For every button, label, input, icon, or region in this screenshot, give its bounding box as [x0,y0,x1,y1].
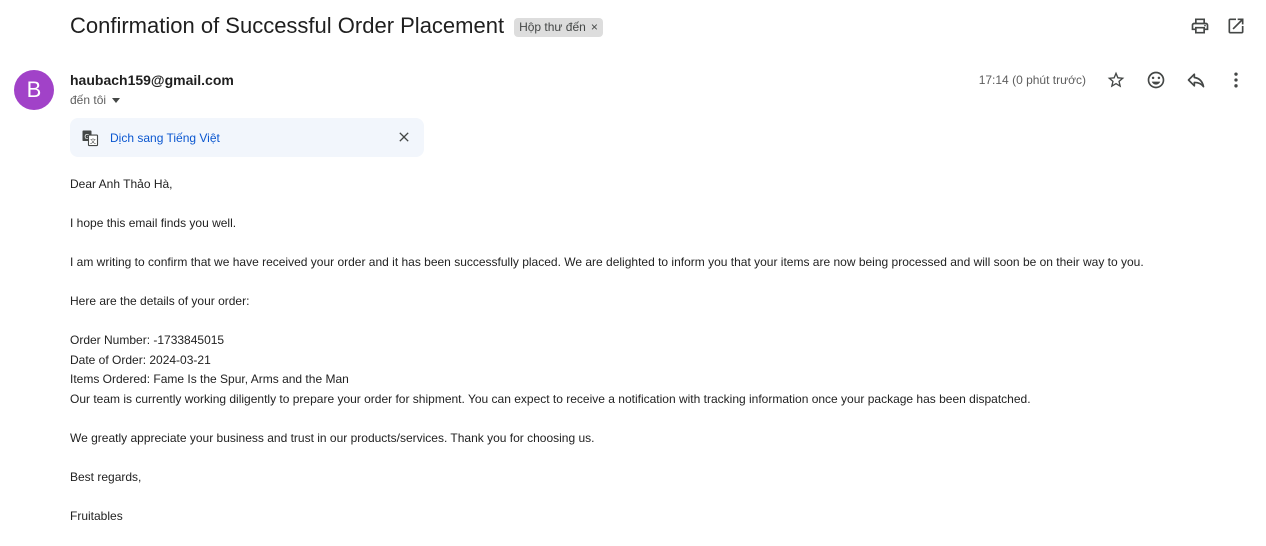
email-subject: Confirmation of Successful Order Placeme… [70,13,505,38]
body-signature: Fruitables [70,508,123,523]
body-paragraph-1: I hope this email finds you well. [70,216,237,230]
order-date: Date of Order: 2024-03-21 [70,352,211,367]
translate-bar: G 文 Dịch sang Tiếng Việt [70,118,424,157]
svg-text:文: 文 [90,137,96,145]
remove-label-button[interactable]: × [591,20,598,34]
translate-icon: G 文 [82,130,99,147]
open-in-new-window-icon[interactable] [1226,16,1246,36]
star-icon[interactable] [1106,70,1126,90]
sender-email[interactable]: haubach159@gmail.com [70,72,234,88]
print-icon[interactable] [1190,16,1210,36]
message-actions [1106,70,1246,90]
inbox-label-text: Hộp thư đến [519,19,586,34]
more-vertical-icon[interactable] [1226,70,1246,90]
caret-down-icon [112,97,121,103]
items-ordered: Items Ordered: Fame Is the Spur, Arms an… [70,372,349,386]
subject-row: Confirmation of Successful Order Placeme… [70,13,603,39]
message-timestamp: 17:14 (0 phút trước) [978,73,1086,87]
thread-actions [1190,16,1246,36]
reply-icon[interactable] [1186,70,1206,90]
recipient-details-toggle[interactable]: đến tôi [70,93,121,107]
body-paragraph-5: We greatly appreciate your business and … [70,430,595,445]
message-body: Dear Anh Thảo Hà, I hope this email find… [70,175,1144,546]
body-closing: Best regards, [70,469,142,484]
body-greeting: Dear Anh Thảo Hà, [70,177,173,191]
body-paragraph-3: Here are the details of your order: [70,294,250,308]
close-icon[interactable] [396,129,412,145]
inbox-label-chip[interactable]: Hộp thư đến × [514,17,603,37]
recipient-label: đến tôi [70,93,107,107]
sender-avatar[interactable]: B [14,70,54,110]
body-paragraph-2: I am writing to confirm that we have rec… [70,255,1144,269]
emoji-reaction-icon[interactable] [1146,70,1166,90]
body-paragraph-4: Our team is currently working diligently… [70,391,1031,406]
order-number: Order Number: -1733845015 [70,333,225,347]
translate-link[interactable]: Dịch sang Tiếng Việt [110,131,220,145]
